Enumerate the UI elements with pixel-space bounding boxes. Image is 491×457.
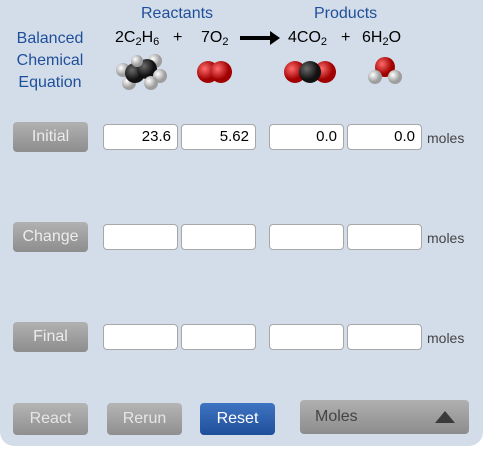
balanced-equation-label: Balanced Chemical Equation	[16, 30, 84, 91]
products-header: Products	[314, 5, 378, 22]
change-reactant-2-input[interactable]	[181, 224, 256, 250]
initial-product-2-input[interactable]: 0.0	[347, 124, 422, 150]
final-product-2-input[interactable]	[347, 324, 422, 350]
rerun-button[interactable]: Rerun	[107, 403, 182, 435]
final-unit-label: moles	[427, 330, 465, 346]
initial-product-1-input[interactable]: 0.0	[269, 124, 344, 150]
oxygen-molecule-icon	[197, 61, 232, 83]
change-row-button[interactable]: Change	[13, 222, 88, 252]
product-2-formula: 6H2O	[362, 29, 402, 48]
change-reactant-1-input[interactable]	[103, 224, 178, 250]
react-button[interactable]: React	[13, 403, 88, 435]
change-product-2-input[interactable]	[347, 224, 422, 250]
triangle-up-icon	[435, 411, 455, 423]
plus-sign-reactants: +	[173, 29, 183, 46]
final-reactant-1-input[interactable]	[103, 324, 178, 350]
carbon-dioxide-molecule-icon	[284, 61, 336, 83]
initial-reactant-2-input[interactable]: 5.62	[181, 124, 256, 150]
product-1-formula: 4CO2	[288, 29, 328, 48]
plus-sign-products: +	[341, 29, 351, 46]
reactant-1-formula: 2C2H6	[115, 29, 160, 48]
reset-button[interactable]: Reset	[200, 403, 275, 435]
reaction-arrow-icon	[240, 31, 280, 45]
reaction-panel: Reactants Products Balanced Chemical Equ…	[0, 0, 483, 446]
final-row-button[interactable]: Final	[13, 322, 88, 352]
change-product-1-input[interactable]	[269, 224, 344, 250]
water-molecule-icon	[368, 57, 402, 84]
units-dropdown-value: Moles	[315, 408, 358, 425]
initial-reactant-1-input[interactable]: 23.6	[103, 124, 178, 150]
final-reactant-2-input[interactable]	[181, 324, 256, 350]
ethane-molecule-icon	[116, 54, 167, 90]
reactant-2-formula: 7O2	[201, 29, 229, 48]
final-product-1-input[interactable]	[269, 324, 344, 350]
reactants-header: Reactants	[141, 5, 214, 22]
initial-unit-label: moles	[427, 130, 465, 146]
initial-row-button[interactable]: Initial	[13, 122, 88, 152]
change-unit-label: moles	[427, 230, 465, 246]
units-dropdown[interactable]: Moles	[300, 400, 469, 434]
